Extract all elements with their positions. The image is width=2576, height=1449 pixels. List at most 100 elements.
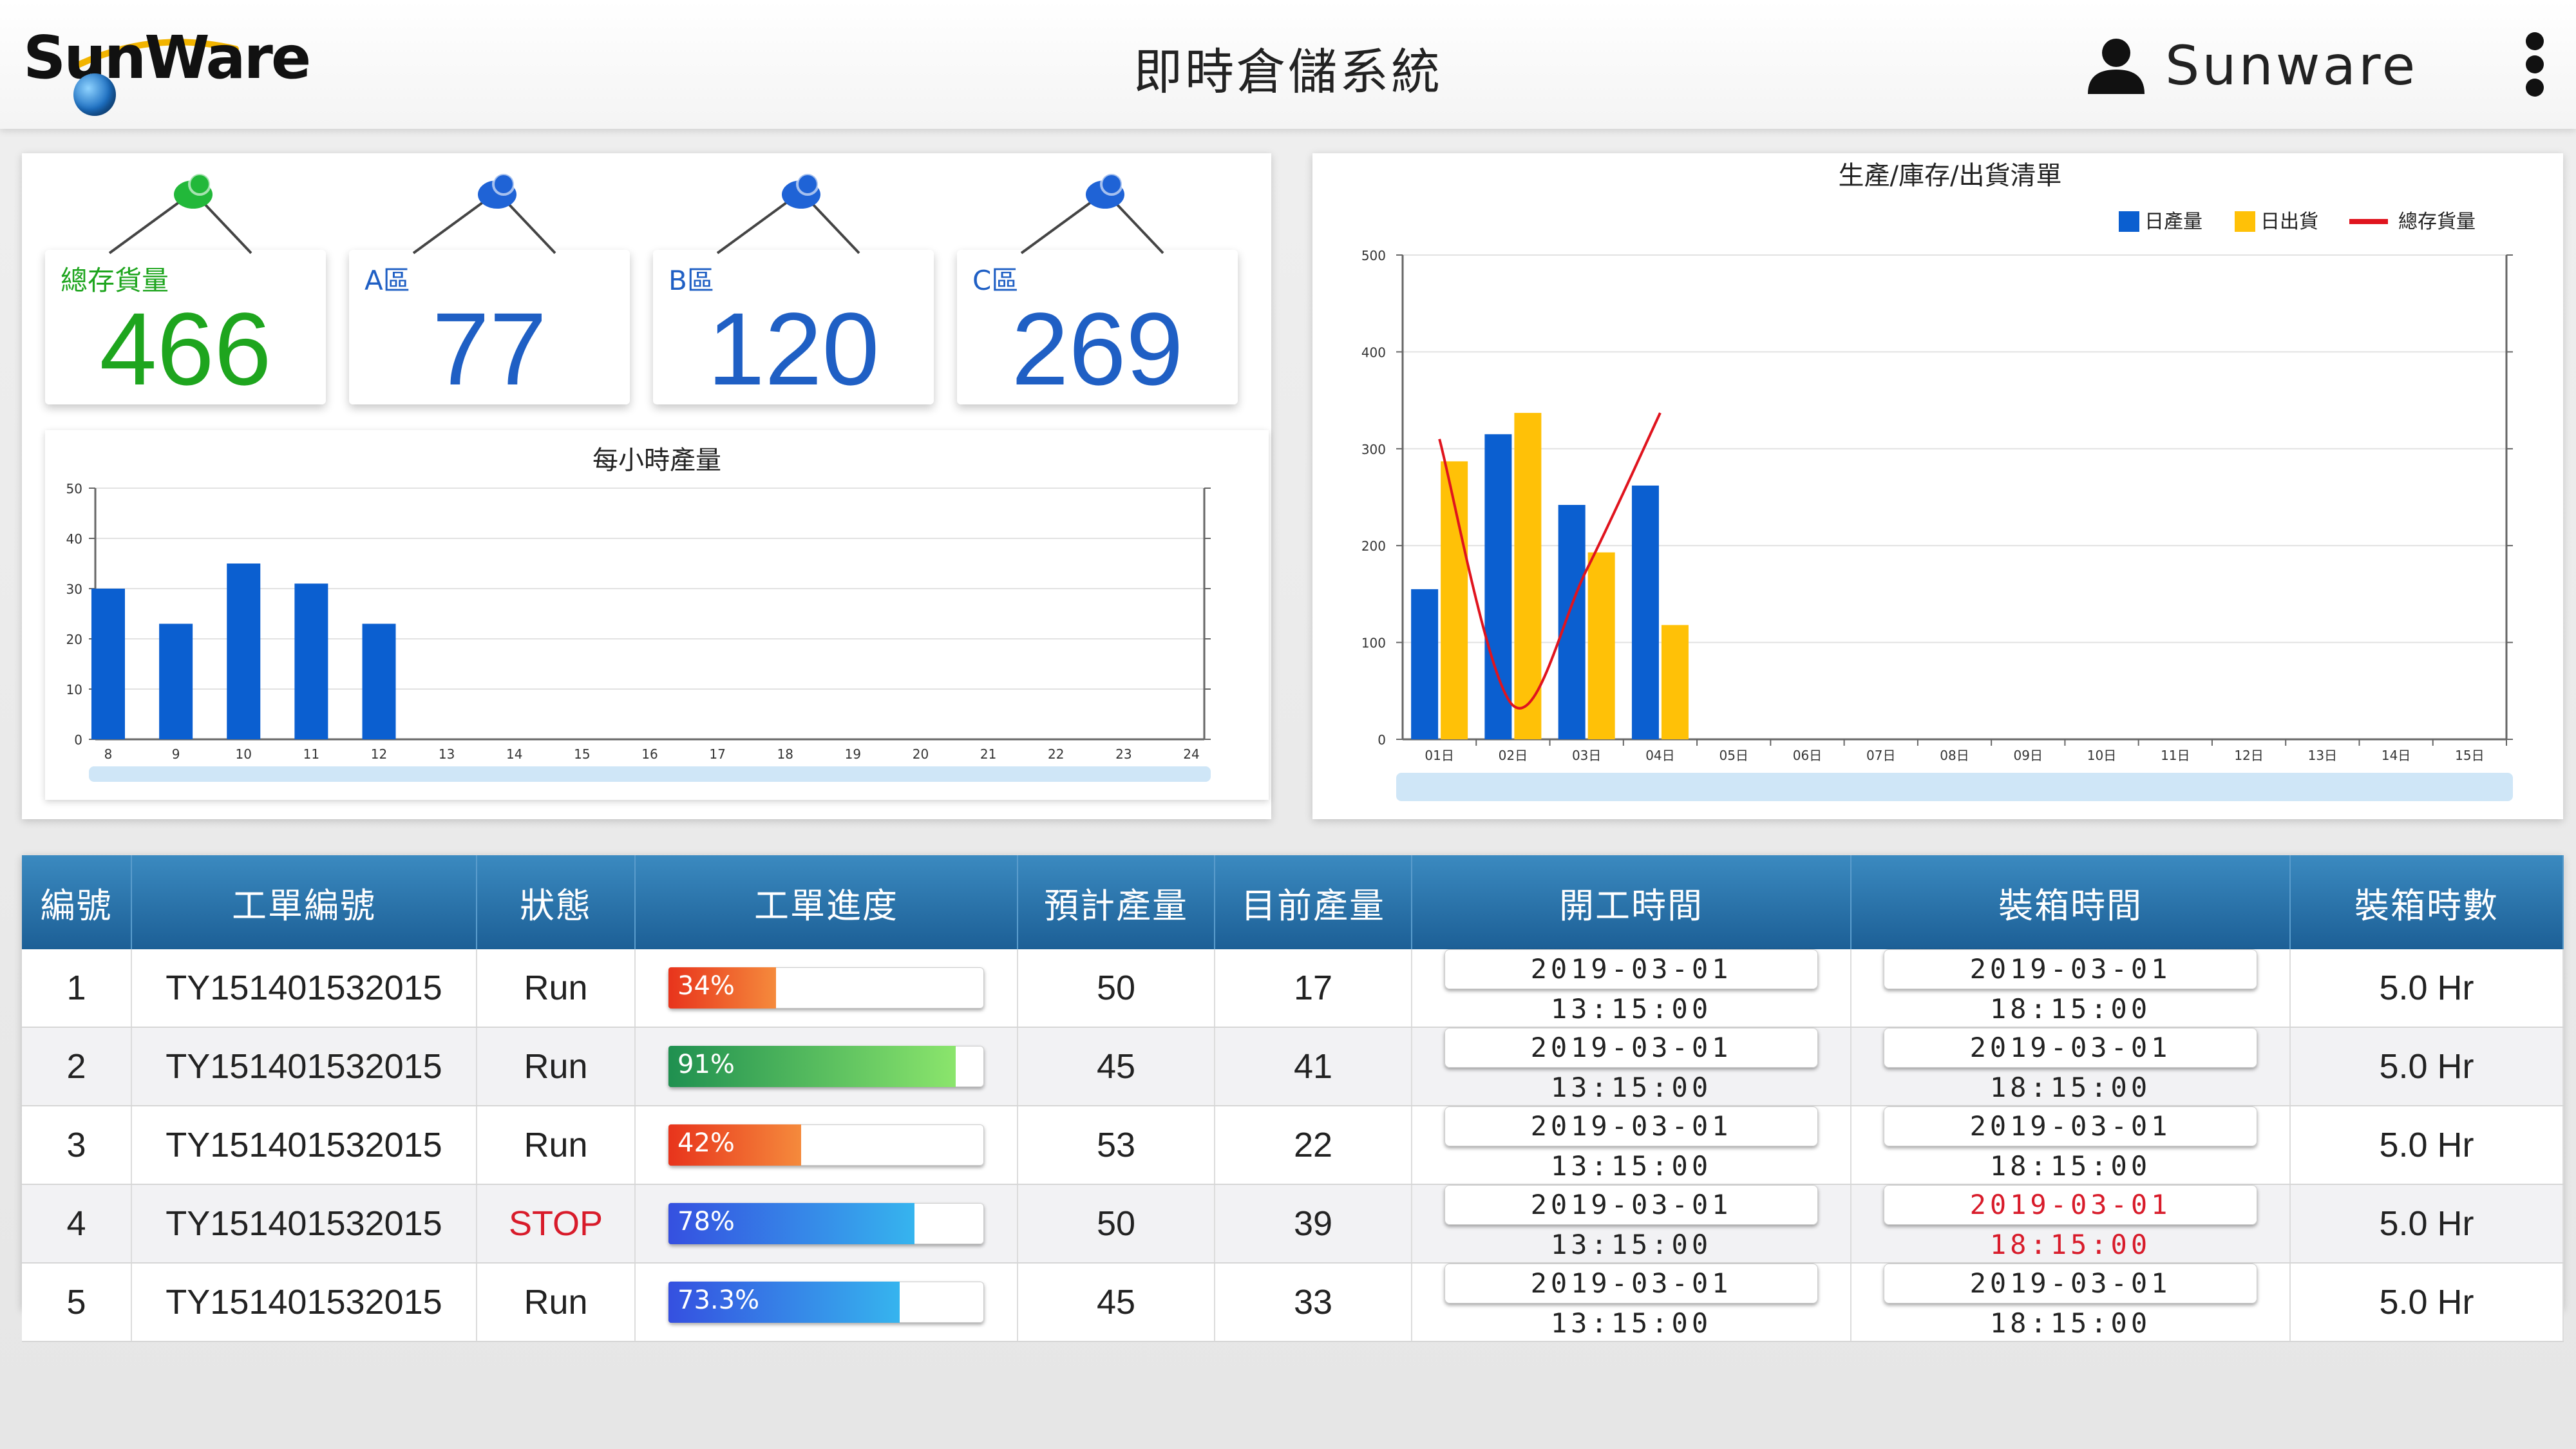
cell-no: 2 bbox=[22, 1027, 132, 1106]
legend-label: 日出貨 bbox=[2260, 211, 2318, 233]
x-tick-label: 12 bbox=[371, 746, 387, 762]
user-icon bbox=[2088, 39, 2145, 94]
col-header-pack-time[interactable]: 裝箱時間 bbox=[1851, 855, 2291, 949]
zoom-slider bbox=[89, 766, 1211, 782]
col-header-planned[interactable]: 預計產量 bbox=[1018, 855, 1215, 949]
x-tick-label: 13日 bbox=[2308, 748, 2337, 763]
x-tick-label: 08日 bbox=[1940, 748, 1969, 763]
table-row[interactable]: 4 TY151401532015 STOP 78% 50 39 2019-03-01 13:… bbox=[22, 1184, 2564, 1264]
y-tick-label: 200 bbox=[1361, 538, 1386, 554]
cell-current: 22 bbox=[1215, 1106, 1412, 1185]
x-tick-label: 15日 bbox=[2455, 748, 2484, 763]
zoom-slider bbox=[1396, 773, 2513, 801]
user-menu[interactable]: Sunware bbox=[2087, 33, 2418, 98]
col-header-start-time[interactable]: 開工時間 bbox=[1412, 855, 1852, 949]
y-tick-label: 100 bbox=[1361, 636, 1386, 651]
kpi-value: 466 bbox=[99, 291, 272, 406]
y-tick-label: 300 bbox=[1361, 442, 1386, 457]
hourly-bar bbox=[227, 564, 261, 739]
table-row[interactable]: 2 TY151401532015 Run 91% 45 41 2019-03-01 13:1… bbox=[22, 1027, 2564, 1106]
cell-progress: 78% bbox=[635, 1184, 1018, 1264]
table-row[interactable]: 5 TY151401532015 Run 73.3% 45 33 2019-03-01 13… bbox=[22, 1263, 2564, 1342]
cell-no: 3 bbox=[22, 1106, 132, 1185]
y-tick-label: 10 bbox=[66, 682, 82, 697]
x-tick-label: 01日 bbox=[1425, 748, 1454, 763]
hourly-bar bbox=[362, 623, 396, 739]
production-panel: 生產/庫存/出貨清單 日產量 日出貨 總存貨量 0 100 200 300 400 500 01日 0… bbox=[1312, 153, 2563, 819]
start-time-box: 2019-03-01 13:15:00 bbox=[1444, 1185, 1818, 1260]
col-header-order[interactable]: 工單編號 bbox=[131, 855, 477, 949]
progress-label: 73.3% bbox=[677, 1285, 760, 1315]
pushpin-icon bbox=[716, 173, 860, 254]
x-tick-label: 07日 bbox=[1866, 748, 1895, 763]
cell-pack-hours: 5.0 Hr bbox=[2290, 1027, 2564, 1106]
x-tick-label: 04日 bbox=[1645, 748, 1674, 763]
cell-start-time: 2019-03-01 13:15:00 bbox=[1412, 949, 1852, 1028]
cell-pack-hours: 5.0 Hr bbox=[2290, 1184, 2564, 1264]
y-tick-label: 0 bbox=[74, 732, 82, 748]
x-tick-label: 12日 bbox=[2234, 748, 2263, 763]
hourly-chart-svg: 每小時產量 0 10 20 30 40 50 8 9 10 11 12 13 14 15 16 17 18 19 20… bbox=[66, 446, 1211, 782]
progress-label: 78% bbox=[677, 1207, 735, 1236]
cell-start-time: 2019-03-01 13:15:00 bbox=[1412, 1184, 1852, 1264]
start-time-box: 2019-03-01 13:15:00 bbox=[1444, 1106, 1818, 1182]
cell-progress: 73.3% bbox=[635, 1263, 1018, 1342]
x-tick-label: 22 bbox=[1048, 746, 1064, 762]
daily-bar-production bbox=[1411, 589, 1439, 739]
kpi-value: 269 bbox=[1011, 291, 1184, 406]
col-header-no[interactable]: 編號 bbox=[22, 855, 132, 949]
x-tick-label: 18 bbox=[777, 746, 793, 762]
cell-order-number: TY151401532015 bbox=[131, 1263, 477, 1342]
daily-bar-production bbox=[1558, 505, 1586, 739]
inventory-panel: 總存貨量 466 A區 77 B區 120 C區 269 每小時產量 0 10 20 30 40 50 8 9… bbox=[22, 153, 1271, 819]
progress-label: 91% bbox=[677, 1050, 735, 1079]
kpi-card-1[interactable]: A區 77 bbox=[349, 173, 630, 406]
table-row[interactable]: 1 TY151401532015 Run 34% 50 17 2019-03-01 13:1… bbox=[22, 949, 2564, 1028]
y-tick-label: 40 bbox=[66, 531, 82, 547]
x-tick-label: 14日 bbox=[2382, 748, 2410, 763]
inventory-line bbox=[1438, 412, 1662, 710]
x-tick-label: 21 bbox=[980, 746, 996, 762]
x-tick-label: 14 bbox=[506, 746, 522, 762]
cell-start-time: 2019-03-01 13:15:00 bbox=[1412, 1263, 1852, 1342]
kpi-card-2[interactable]: B區 120 bbox=[653, 173, 934, 406]
x-tick-label: 11日 bbox=[2161, 748, 2190, 763]
x-tick-label: 23 bbox=[1115, 746, 1132, 762]
cell-current: 41 bbox=[1215, 1027, 1412, 1106]
table-row[interactable]: 3 TY151401532015 Run 42% 53 22 2019-03-01 13:1… bbox=[22, 1106, 2564, 1185]
cell-progress: 42% bbox=[635, 1106, 1018, 1185]
cell-start-time: 2019-03-01 13:15:00 bbox=[1412, 1027, 1852, 1106]
y-tick-label: 50 bbox=[66, 481, 82, 497]
cell-order-number: TY151401532015 bbox=[131, 949, 477, 1028]
kpi-card-3[interactable]: C區 269 bbox=[957, 173, 1238, 406]
start-time-box: 2019-03-01 13:15:00 bbox=[1444, 949, 1818, 1025]
kpi-card-0[interactable]: 總存貨量 466 bbox=[45, 173, 326, 406]
col-header-current[interactable]: 目前產量 bbox=[1215, 855, 1412, 949]
cell-no: 5 bbox=[22, 1263, 132, 1342]
x-tick-label: 06日 bbox=[1793, 748, 1822, 763]
legend-label: 總存貨量 bbox=[2398, 211, 2476, 233]
y-tick-label: 500 bbox=[1361, 248, 1386, 263]
progress-bar: 34% bbox=[668, 967, 984, 1009]
x-tick-label: 16 bbox=[641, 746, 658, 762]
app-header: SunWare 即時倉儲系統 Sunware bbox=[0, 0, 2576, 129]
cell-planned: 53 bbox=[1018, 1106, 1215, 1185]
progress-bar: 78% bbox=[668, 1203, 984, 1244]
col-header-pack-hours[interactable]: 裝箱時數 bbox=[2290, 855, 2564, 949]
cell-no: 4 bbox=[22, 1184, 132, 1264]
x-tick-label: 15 bbox=[574, 746, 590, 762]
cell-pack-hours: 5.0 Hr bbox=[2290, 949, 2564, 1028]
col-header-status[interactable]: 狀態 bbox=[477, 855, 636, 949]
progress-label: 34% bbox=[677, 971, 735, 1001]
cell-planned: 45 bbox=[1018, 1027, 1215, 1106]
pack-time-box: 2019-03-01 18:15:00 bbox=[1884, 1106, 2257, 1182]
y-tick-label: 30 bbox=[66, 582, 82, 597]
cell-order-number: TY151401532015 bbox=[131, 1106, 477, 1185]
col-header-progress[interactable]: 工單進度 bbox=[635, 855, 1018, 949]
more-options-icon[interactable] bbox=[2523, 32, 2546, 97]
progress-bar: 73.3% bbox=[668, 1282, 984, 1323]
x-tick-label: 8 bbox=[104, 746, 113, 762]
cell-status: Run bbox=[477, 1027, 636, 1106]
x-tick-label: 19 bbox=[845, 746, 861, 762]
cell-planned: 45 bbox=[1018, 1263, 1215, 1342]
